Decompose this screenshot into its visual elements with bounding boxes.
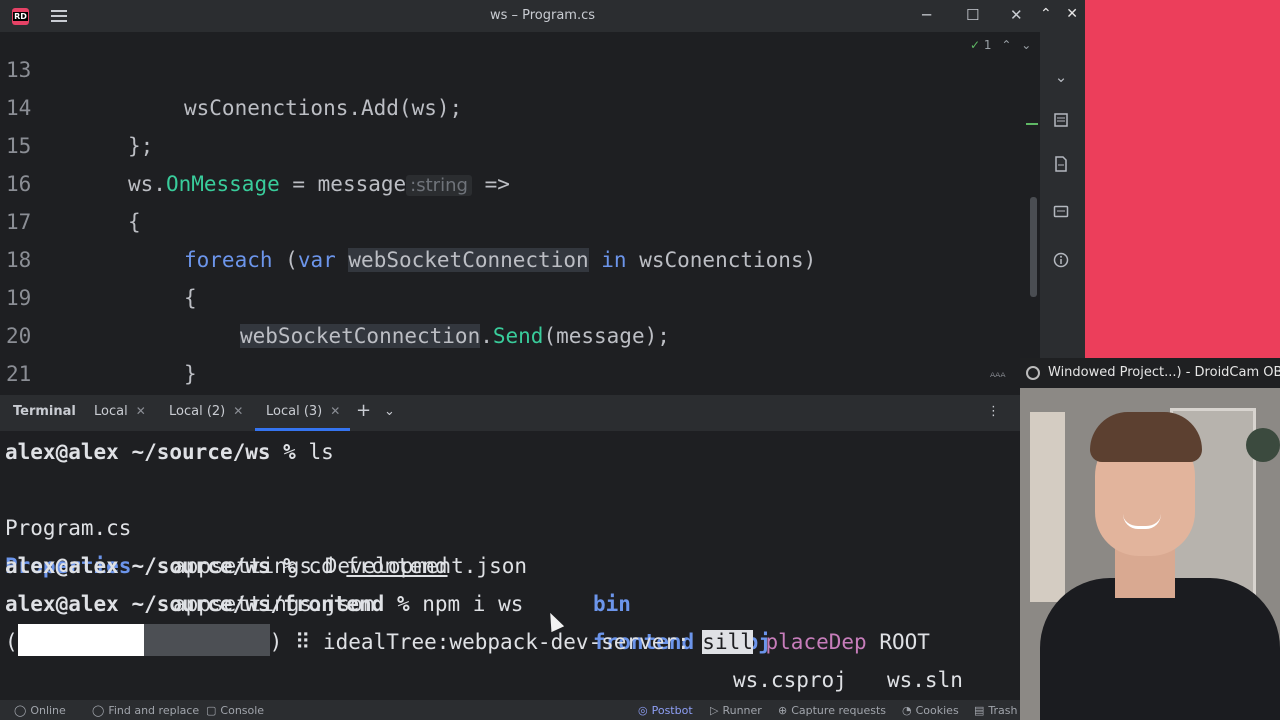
code-line: 13 wsConenctions.Add(ws); <box>0 32 1040 120</box>
chevron-down-icon[interactable]: ⌄ <box>1021 38 1031 52</box>
change-marker <box>1026 123 1038 125</box>
title-bar: RD ws – Program.cs ─ ☐ ✕ ⌃ ✕ <box>0 0 1085 32</box>
npm-progress-bar <box>18 624 270 656</box>
status-trash[interactable]: ▤ Trash <box>974 700 1017 720</box>
reader-mode-icon[interactable]: ᴬᴬᴬ <box>990 370 1006 384</box>
code-line: 19 webSocketConnection.Send(message); <box>0 241 1040 348</box>
status-bar: ◯ Online ◯ Find and replace ▢ Console ◎ Post… <box>0 699 1020 720</box>
obs-icon <box>1026 366 1040 380</box>
overlay-close-icon[interactable]: ✕ <box>1066 6 1078 22</box>
status-console[interactable]: ▢ Console <box>206 700 264 720</box>
code-line-current: 17 foreach (var webSocketConnection in w… <box>0 165 1040 272</box>
ide-window: RD ws – Program.cs ─ ☐ ✕ ⌃ ✕ 13 wsConenc… <box>0 0 1085 720</box>
code-line: 18 { <box>0 203 1040 310</box>
code-editor[interactable]: 13 wsConenctions.Add(ws); 14 }; 15 ws.On… <box>0 32 1040 394</box>
status-postbot[interactable]: ◎ Postbot <box>638 700 693 720</box>
more-options-icon[interactable]: ⋮ <box>987 404 1000 419</box>
overlay-controls: ⌃ ✕ <box>1040 6 1078 22</box>
terminal-tab-bar: Terminal Local ✕ Local (2) ✕ Local (3) ✕ + … <box>0 394 1020 431</box>
maximize-icon[interactable]: ☐ <box>966 6 979 24</box>
progress-fill <box>18 624 144 656</box>
terminal-line: alex@alex ~/source/ws % cd frontend <box>5 554 448 578</box>
code-line: 15 ws.OnMessage = message:string => <box>0 89 1040 196</box>
terminal-header: Terminal <box>13 404 76 419</box>
code-line: 21 }; <box>0 317 1040 386</box>
tab-local[interactable]: Local ✕ <box>94 404 146 419</box>
close-icon[interactable]: ✕ <box>233 404 243 418</box>
check-icon: ✓ <box>970 38 981 52</box>
terminal-line: Properties appsettings.json frontend ws.… <box>5 554 847 692</box>
chevron-down-icon[interactable]: ⌄ <box>1051 68 1071 86</box>
status-capture-requests[interactable]: ⊕ Capture requests <box>778 700 886 720</box>
close-icon[interactable]: ✕ <box>136 404 146 418</box>
code-line: 22 }); <box>0 355 1040 393</box>
status-runner[interactable]: ▷ Runner <box>710 700 762 720</box>
editor-scrollbar[interactable] <box>1030 197 1037 297</box>
chevron-up-icon[interactable]: ⌃ <box>1040 6 1052 22</box>
webcam-window-title: Windowed Project...) - DroidCam OBS <box>1020 358 1280 388</box>
tab-local-2[interactable]: Local (2) ✕ <box>169 404 243 419</box>
terminal-line: alex@alex ~/source/ws % ls <box>5 440 334 464</box>
tab-local-3[interactable]: Local (3) ✕ <box>266 404 340 419</box>
inspection-count: 1 <box>983 38 992 52</box>
webcam-video <box>1020 388 1280 720</box>
code-line: 16 { <box>0 127 1040 234</box>
document-icon[interactable] <box>1051 156 1071 174</box>
code-line: 14 }; <box>0 51 1040 158</box>
inspection-widget[interactable]: ✓ 1 ⌃ ⌄ <box>970 38 1031 52</box>
status-find-replace[interactable]: ◯ Find and replace <box>92 700 199 720</box>
comment-icon[interactable] <box>1051 204 1071 222</box>
minimize-icon[interactable]: ─ <box>922 6 931 24</box>
close-icon[interactable]: ✕ <box>330 404 340 418</box>
database-icon[interactable] <box>1051 112 1071 130</box>
status-online[interactable]: ◯ Online <box>14 700 66 720</box>
info-icon[interactable] <box>1051 252 1071 270</box>
chevron-up-icon[interactable]: ⌃ <box>1001 38 1011 52</box>
terminal-line: alex@alex ~/source/ws/frontend % npm i w… <box>5 592 524 616</box>
code-line: 20 } <box>0 279 1040 386</box>
chevron-down-icon[interactable]: ⌄ <box>384 404 395 419</box>
terminal-line: Program.cs appsettings.Development.json … <box>5 516 963 692</box>
add-terminal-button[interactable]: + <box>356 400 371 421</box>
status-cookies[interactable]: ◔ Cookies <box>902 700 959 720</box>
terminal-output[interactable]: alex@alex ~/source/ws % ls Program.cs ap… <box>0 431 1020 699</box>
right-tool-strip: ⌄ <box>1040 32 1085 394</box>
close-icon[interactable]: ✕ <box>1010 6 1023 24</box>
